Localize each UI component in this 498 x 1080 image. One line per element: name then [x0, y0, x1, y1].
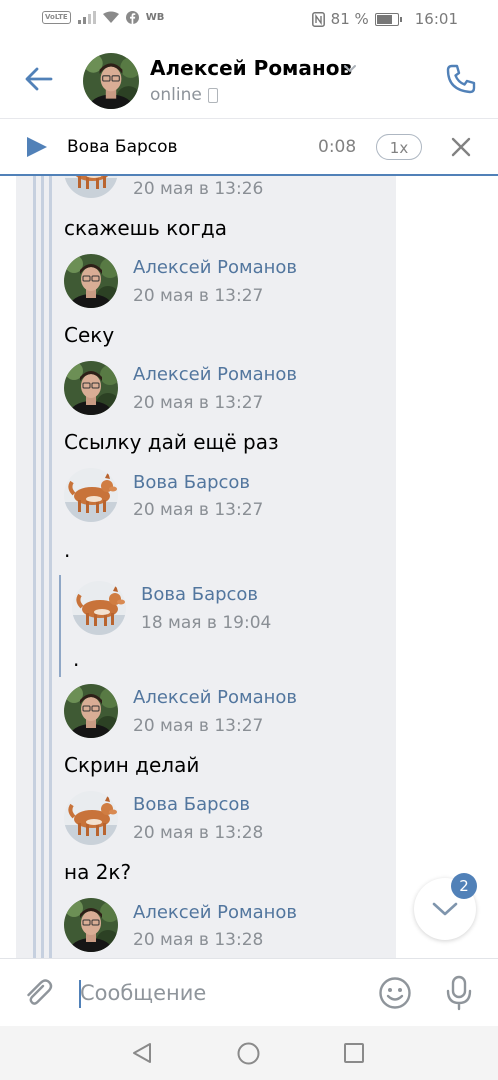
message-date: 18 мая в 19:04	[141, 613, 272, 633]
author-avatar[interactable]	[64, 361, 118, 415]
message-date: 20 мая в 13:27	[133, 716, 264, 736]
message-author[interactable]: Вова Барсов	[133, 472, 250, 493]
message-date: 20 мая в 13:27	[133, 286, 264, 306]
battery-percent: 81 %	[330, 10, 369, 28]
audio-player-bar: Вова Барсов 0:08 1x	[0, 118, 498, 176]
contact-status: online	[150, 85, 218, 105]
nfc-icon	[311, 11, 325, 27]
status-bar-left: VoLTE WB	[42, 11, 164, 24]
status-bar-right: 81 % 16:01	[311, 10, 458, 28]
signal-icon	[77, 11, 96, 24]
author-avatar[interactable]	[64, 898, 118, 952]
message-input[interactable]	[80, 973, 360, 1013]
battery-icon	[374, 12, 402, 26]
message-text: Скрин делай	[64, 753, 200, 777]
wifi-icon	[102, 11, 119, 23]
contact-name[interactable]: Алексей Романов	[150, 56, 352, 80]
online-status-text: online	[150, 85, 202, 105]
clock: 16:01	[414, 10, 458, 28]
chevron-down-icon[interactable]	[343, 64, 357, 74]
status-bar: VoLTE WB 81 % 16:01	[0, 0, 498, 40]
message-text: Секу	[64, 323, 115, 347]
playback-speed-button[interactable]: 1x	[376, 134, 422, 160]
emoji-icon[interactable]	[378, 976, 412, 1010]
message-author[interactable]: Алексей Романов	[133, 902, 297, 923]
carrier-tag: WB	[145, 12, 165, 23]
mobile-phone-icon	[207, 87, 218, 103]
play-icon[interactable]	[26, 136, 48, 158]
nav-back-icon[interactable]	[131, 1042, 153, 1064]
nested-forwarded-message[interactable]: Вова Барсов 18 мая в 19:04 .	[59, 575, 389, 677]
author-avatar[interactable]	[64, 791, 118, 845]
chat-header: Алексей Романов online	[0, 40, 498, 118]
paperclip-icon[interactable]	[22, 977, 54, 1009]
message-text: на 2к?	[64, 860, 132, 884]
message-author[interactable]: Алексей Романов	[133, 257, 297, 278]
system-navigation-bar	[0, 1026, 498, 1080]
chevron-down-icon	[432, 902, 458, 916]
message-date: 20 мая в 13:27	[133, 500, 264, 520]
forwarded-messages[interactable]: 20 мая в 13:26 скажешь когда Алексей Ром…	[16, 176, 396, 958]
microphone-icon[interactable]	[443, 975, 475, 1011]
back-arrow-icon[interactable]	[22, 62, 56, 96]
call-icon[interactable]	[444, 62, 478, 96]
message-text: скажешь когда	[64, 216, 228, 240]
close-icon[interactable]	[449, 135, 473, 159]
message-author[interactable]: Алексей Романов	[133, 687, 297, 708]
author-avatar[interactable]	[64, 176, 118, 198]
author-avatar[interactable]	[72, 581, 126, 635]
nav-recent-icon[interactable]	[344, 1043, 364, 1063]
message-date: 20 мая в 13:28	[133, 930, 264, 950]
unread-count-badge: 2	[451, 873, 477, 899]
message-author[interactable]: Алексей Романов	[133, 364, 297, 385]
nav-home-icon[interactable]	[237, 1042, 260, 1065]
author-avatar[interactable]	[64, 254, 118, 308]
message-date: 20 мая в 13:28	[133, 823, 264, 843]
quote-bar	[33, 176, 36, 958]
message-text: .	[64, 538, 71, 562]
author-avatar[interactable]	[64, 468, 118, 522]
quote-bar	[49, 176, 52, 958]
volte-indicator: VoLTE	[42, 11, 71, 24]
message-text: Ссылку дай ещё раз	[64, 430, 279, 454]
audio-title[interactable]: Вова Барсов	[67, 137, 178, 157]
message-date: 20 мая в 13:27	[133, 393, 264, 413]
message-author[interactable]: Вова Барсов	[141, 584, 258, 605]
message-text: .	[73, 647, 80, 671]
message-composer	[0, 958, 498, 1026]
message-author[interactable]: Вова Барсов	[133, 794, 250, 815]
contact-avatar[interactable]	[83, 53, 139, 109]
message-date: 20 мая в 13:26	[133, 179, 264, 199]
quote-bar	[41, 176, 44, 958]
author-avatar[interactable]	[64, 684, 118, 738]
quote-bar	[59, 575, 61, 677]
facebook-icon	[125, 11, 139, 24]
audio-time: 0:08	[318, 137, 357, 157]
